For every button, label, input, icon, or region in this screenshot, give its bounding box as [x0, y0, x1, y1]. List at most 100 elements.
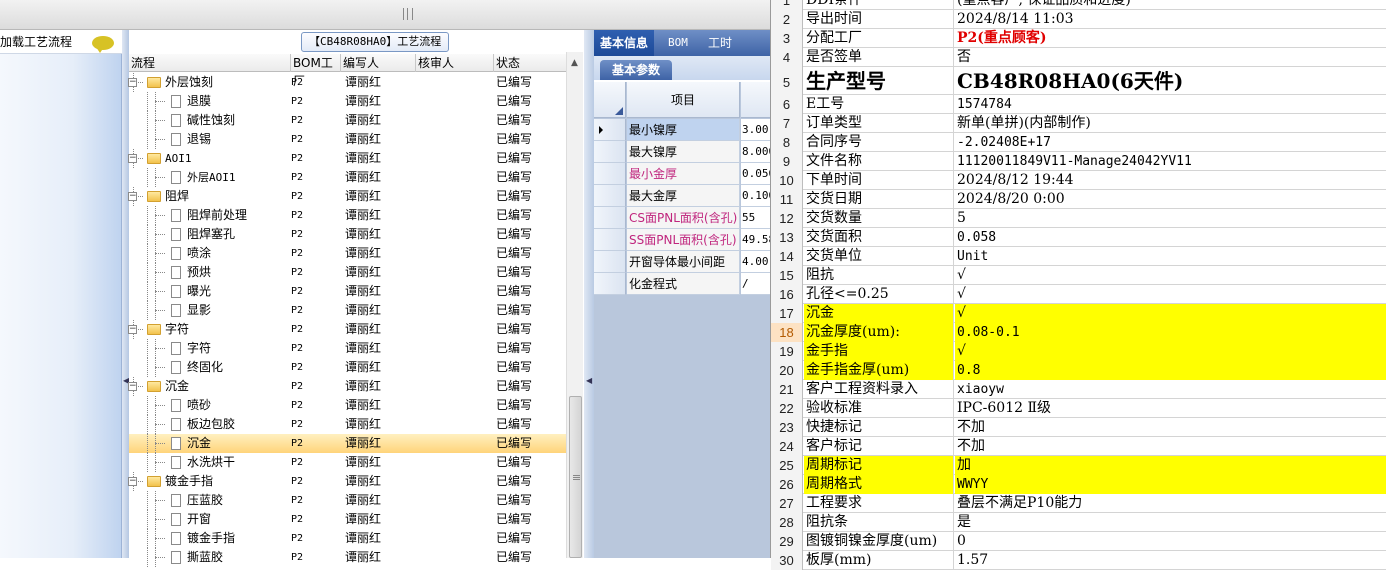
tree-row-label[interactable]: 阻焊塞孔: [187, 225, 235, 244]
row-number[interactable]: 6: [771, 95, 803, 114]
cell-b[interactable]: 0.058: [955, 228, 1386, 247]
collapse-toggle-icon[interactable]: −: [128, 154, 137, 163]
tree-row[interactable]: − 镀金手指 P2 谭丽红 已编写: [128, 472, 567, 491]
tree-row-label[interactable]: 字符: [165, 320, 189, 339]
subtab-basic-params[interactable]: 基本参数: [600, 60, 673, 80]
sheet-row[interactable]: 19 金手指 √: [771, 342, 1386, 361]
col-header-status[interactable]: 状态: [494, 54, 567, 72]
sheet-row[interactable]: 9 文件名称 11120011849V11-Manage24042YV11: [771, 152, 1386, 171]
sheet-row[interactable]: 10 下单时间 2024/8/12 19:44: [771, 171, 1386, 190]
cell-b[interactable]: WWYY: [955, 475, 1386, 494]
cell-b[interactable]: 2024/8/12 19:44: [955, 171, 1386, 190]
collapse-toggle-icon[interactable]: −: [128, 325, 137, 334]
cell-b[interactable]: √: [955, 285, 1386, 304]
right-splitter[interactable]: ◀: [584, 30, 594, 558]
sheet-row[interactable]: 18 沉金厚度(um): 0.08-0.1: [771, 323, 1386, 342]
cell-b[interactable]: 0.08-0.1: [955, 323, 1386, 342]
cell-b[interactable]: 1574784: [955, 95, 1386, 114]
tree-row-label[interactable]: 外层蚀刻: [165, 73, 213, 92]
tree-row-label[interactable]: 外层AOI1: [187, 168, 236, 187]
row-number[interactable]: 7: [771, 114, 803, 133]
cell-b[interactable]: 5: [955, 209, 1386, 228]
sheet-row[interactable]: 16 孔径<=0.25 √: [771, 285, 1386, 304]
sheet-row[interactable]: 3 分配工厂 P2(重点顾客): [771, 29, 1386, 48]
collapse-toggle-icon[interactable]: −: [128, 192, 137, 201]
cell-b[interactable]: 不加: [955, 418, 1386, 437]
tree-row-label[interactable]: 板边包胶: [187, 415, 235, 434]
row-number[interactable]: 8: [771, 133, 803, 152]
cell-a[interactable]: DDI条件: [804, 0, 954, 10]
row-header[interactable]: [594, 141, 626, 163]
cell-b[interactable]: 2024/8/20 0:00: [955, 190, 1386, 209]
scroll-up-icon[interactable]: ▲: [571, 58, 578, 68]
tree-row[interactable]: 阻焊塞孔 P2 谭丽红 已编写: [129, 225, 567, 244]
sheet-row[interactable]: 4 是否签单否: [771, 48, 1386, 67]
tree-row[interactable]: 终固化 P2 谭丽红 已编写: [129, 358, 567, 377]
sheet-row[interactable]: 21 客户工程资料录入 xiaoyw: [771, 380, 1386, 399]
row-number[interactable]: 23: [771, 418, 803, 437]
tree-row[interactable]: 阻焊前处理 P2 谭丽红 已编写: [129, 206, 567, 225]
cell-a[interactable]: 合同序号: [804, 133, 954, 152]
cell-a[interactable]: 是否签单: [804, 48, 954, 67]
cell-b[interactable]: 是: [955, 513, 1386, 532]
param-name[interactable]: 开窗导体最小间距: [627, 251, 740, 273]
tab-work-hours[interactable]: 工时: [708, 30, 732, 56]
row-number[interactable]: 3: [771, 29, 803, 48]
row-number[interactable]: 20: [771, 361, 803, 380]
cell-b[interactable]: 不加: [955, 437, 1386, 456]
sheet-row[interactable]: 20 金手指金厚(um) 0.8: [771, 361, 1386, 380]
cell-b[interactable]: 2024/8/14 11:03: [955, 10, 1386, 29]
cell-b[interactable]: Unit: [955, 247, 1386, 266]
cell-b[interactable]: 0: [955, 532, 1386, 551]
col-header-bom-factory[interactable]: BOM工厂: [291, 54, 341, 88]
row-header[interactable]: [594, 163, 626, 185]
cell-a[interactable]: 验收标准: [804, 399, 954, 418]
tree-row[interactable]: 开窗 P2 谭丽红 已编写: [129, 510, 567, 529]
cell-a[interactable]: 工程要求: [804, 494, 954, 513]
col-header-reviewer[interactable]: 核审人: [416, 54, 494, 72]
row-number[interactable]: 16: [771, 285, 803, 304]
cell-b[interactable]: 新单(单拼)(内部制作): [955, 114, 1386, 133]
tree-row-label[interactable]: 显影: [187, 301, 211, 320]
param-value[interactable]: 4.00: [741, 251, 770, 273]
tab-bom[interactable]: BOM: [668, 30, 688, 56]
row-header[interactable]: [594, 185, 626, 207]
col-header-flow[interactable]: 流程: [129, 54, 291, 72]
cell-a[interactable]: 分配工厂: [804, 29, 954, 48]
param-value[interactable]: /: [741, 273, 770, 295]
row-header[interactable]: [594, 119, 626, 141]
tree-row-label[interactable]: 压蓝胶: [187, 491, 223, 510]
cell-a[interactable]: 快捷标记: [804, 418, 954, 437]
row-number[interactable]: 22: [771, 399, 803, 418]
tree-row[interactable]: − 沉金 P2 谭丽红 已编写: [128, 377, 567, 396]
collapse-toggle-icon[interactable]: −: [128, 78, 137, 87]
tree-row-label[interactable]: 字符: [187, 339, 211, 358]
cell-b[interactable]: (重点客户, 保证品质和进度): [955, 0, 1386, 10]
cell-a[interactable]: 板厚(mm): [804, 551, 954, 570]
tree-row-label[interactable]: 喷涂: [187, 244, 211, 263]
grid-row[interactable]: 最大金厚0.100: [594, 185, 770, 207]
row-number[interactable]: 14: [771, 247, 803, 266]
grid-row[interactable]: 最大镍厚8.000: [594, 141, 770, 163]
tree-row[interactable]: − 阻焊 P2 谭丽红 已编写: [128, 187, 567, 206]
cell-a[interactable]: 孔径<=0.25: [804, 285, 954, 304]
row-number[interactable]: 15: [771, 266, 803, 285]
sheet-row[interactable]: 27 工程要求 叠层不满足P10能力: [771, 494, 1386, 513]
cell-b[interactable]: CB48R08HA0(6天件): [955, 67, 1386, 95]
cell-b[interactable]: 0.8: [955, 361, 1386, 380]
row-number[interactable]: 5: [771, 67, 803, 95]
cell-a[interactable]: E工号: [804, 95, 954, 114]
row-number[interactable]: 18: [771, 323, 803, 342]
cell-a[interactable]: 周期标记: [804, 456, 954, 475]
cell-a[interactable]: 交货面积: [804, 228, 954, 247]
param-value[interactable]: 8.000: [741, 141, 770, 163]
tree-row[interactable]: 预烘 P2 谭丽红 已编写: [129, 263, 567, 282]
cell-a[interactable]: 下单时间: [804, 171, 954, 190]
param-name[interactable]: SS面PNL面积(含孔): [627, 229, 740, 251]
sheet-row[interactable]: 15 阻抗 √: [771, 266, 1386, 285]
cell-a[interactable]: 客户工程资料录入: [804, 380, 954, 399]
tree-row[interactable]: − 外层蚀刻 P2 谭丽红 已编写: [128, 73, 567, 92]
tree-row[interactable]: 沉金 P2 谭丽红 已编写: [129, 434, 567, 453]
grid-row[interactable]: 开窗导体最小间距 4.00: [594, 251, 770, 273]
tree-row-label[interactable]: 沉金: [165, 377, 189, 396]
